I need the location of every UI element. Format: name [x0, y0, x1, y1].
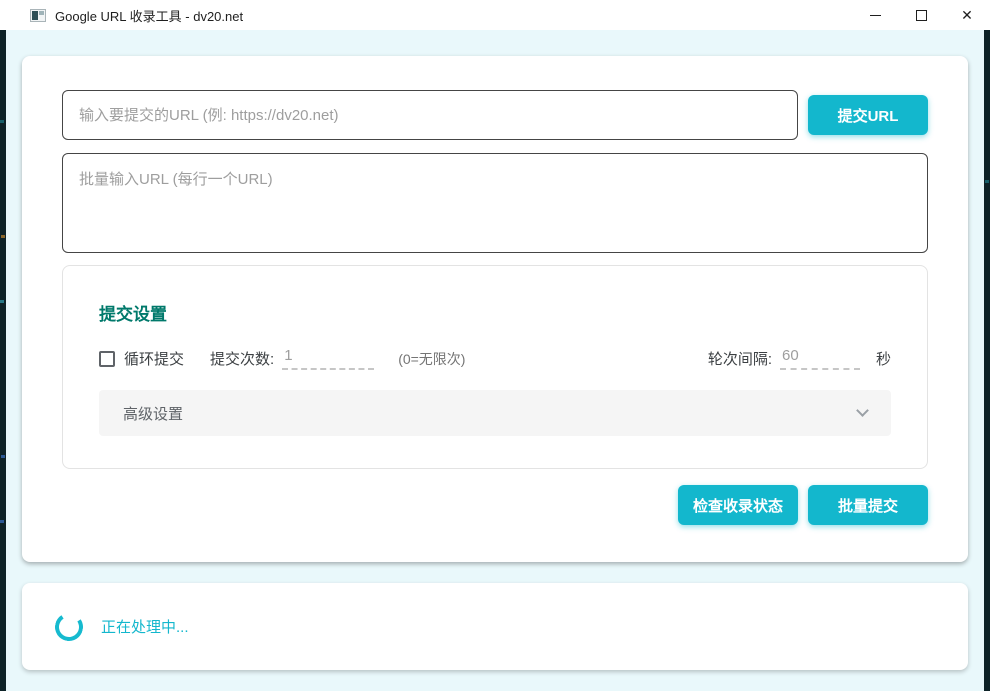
- interval-group: 轮次间隔: 秒: [708, 347, 891, 370]
- submit-count-label: 提交次数:: [210, 348, 274, 369]
- window-titlebar[interactable]: Google URL 收录工具 - dv20.net ✕: [0, 0, 990, 30]
- close-button[interactable]: ✕: [944, 0, 990, 30]
- desktop-artifact: [0, 120, 4, 123]
- maximize-button[interactable]: [898, 0, 944, 30]
- settings-row: 循环提交 提交次数: (0=无限次) 轮次间隔: 秒: [99, 347, 891, 370]
- window-title: Google URL 收录工具 - dv20.net: [55, 6, 243, 25]
- submit-url-button[interactable]: 提交URL: [808, 95, 928, 135]
- maximize-icon: [916, 10, 927, 21]
- close-icon: ✕: [961, 8, 973, 22]
- interval-label: 轮次间隔:: [708, 348, 772, 369]
- desktop-artifact: [0, 300, 4, 303]
- app-icon: [30, 9, 46, 22]
- desktop-artifact: [1, 455, 5, 458]
- settings-title: 提交设置: [99, 300, 891, 325]
- minimize-icon: [870, 15, 881, 16]
- loop-submit-label: 循环提交: [124, 348, 184, 369]
- advanced-settings-bar[interactable]: 高级设置: [99, 390, 891, 436]
- url-input[interactable]: [62, 90, 798, 140]
- batch-submit-button[interactable]: 批量提交: [808, 485, 928, 525]
- processing-text: 正在处理中...: [101, 616, 189, 637]
- submit-count-hint: (0=无限次): [398, 349, 465, 369]
- desktop-artifact: [0, 520, 4, 523]
- chevron-down-icon: [856, 404, 869, 417]
- check-status-button[interactable]: 检查收录状态: [678, 485, 798, 525]
- status-card: 正在处理中...: [22, 583, 968, 670]
- url-submit-row: 提交URL: [62, 90, 928, 140]
- app-background: 提交URL 提交设置 循环提交 提交次数: (0=无限次) 轮次间隔: 秒 高级…: [6, 30, 984, 691]
- interval-unit: 秒: [876, 348, 891, 369]
- loop-submit-checkbox[interactable]: [99, 351, 115, 367]
- window-controls: ✕: [852, 0, 990, 30]
- batch-url-textarea[interactable]: [62, 153, 928, 253]
- minimize-button[interactable]: [852, 0, 898, 30]
- actions-row: 检查收录状态 批量提交: [678, 485, 928, 525]
- main-card: 提交URL 提交设置 循环提交 提交次数: (0=无限次) 轮次间隔: 秒 高级…: [22, 56, 968, 562]
- desktop-artifact: [1, 235, 5, 238]
- advanced-settings-label: 高级设置: [123, 403, 183, 424]
- submit-count-input[interactable]: [282, 347, 374, 370]
- desktop-artifact: [985, 180, 989, 183]
- interval-input[interactable]: [780, 347, 860, 370]
- settings-card: 提交设置 循环提交 提交次数: (0=无限次) 轮次间隔: 秒 高级设置: [62, 265, 928, 469]
- loading-spinner-icon: [52, 610, 85, 643]
